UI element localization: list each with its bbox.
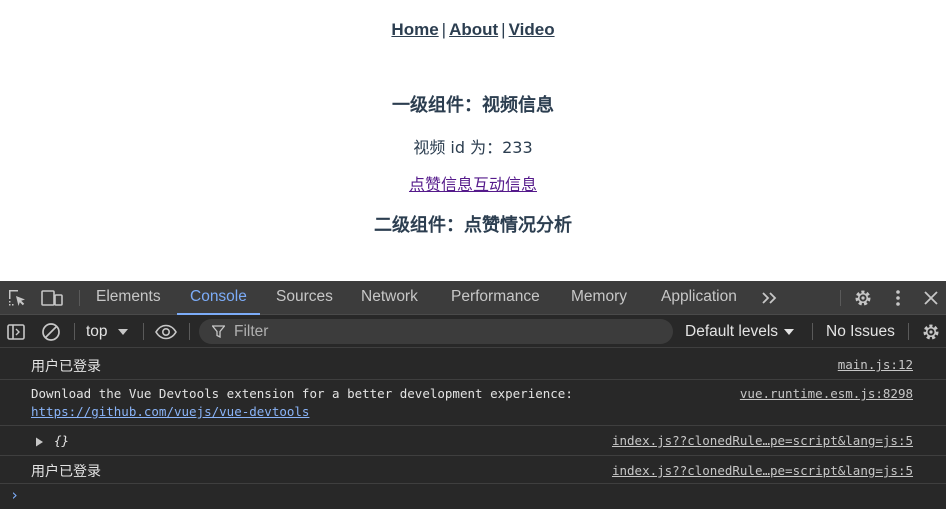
nav-about-link[interactable]: About xyxy=(449,20,498,39)
live-expression-eye-icon[interactable] xyxy=(155,321,177,343)
console-message: {} index.js??clonedRule…pe=script&lang=j… xyxy=(0,426,946,456)
tab-console[interactable]: Console xyxy=(177,281,260,315)
dropdown-arrow-icon xyxy=(784,315,795,348)
tab-network[interactable]: Network xyxy=(361,281,418,315)
expand-triangle-icon[interactable] xyxy=(35,435,44,450)
console-source-link[interactable]: index.js??clonedRule…pe=script&lang=js:5 xyxy=(612,463,913,478)
sidebar-toggle-icon[interactable] xyxy=(5,321,27,343)
level1-heading: 一级组件：视频信息 xyxy=(392,95,554,116)
console-toolbar: top Filter Default levels No Issues xyxy=(0,315,946,348)
tab-performance[interactable]: Performance xyxy=(451,281,540,315)
console-object-preview[interactable]: {} xyxy=(54,433,69,448)
log-levels-label: Default levels xyxy=(685,323,779,340)
console-message: 用户已登录 main.js:12 xyxy=(0,348,946,380)
console-prompt-icon[interactable]: › xyxy=(10,486,19,504)
tab-elements[interactable]: Elements xyxy=(96,281,161,315)
devtools-panel: Elements Console Sources Network Perform… xyxy=(0,281,946,509)
console-message: Download the Vue Devtools extension for … xyxy=(0,380,946,426)
nav-separator: | xyxy=(441,20,447,39)
close-icon[interactable] xyxy=(920,287,942,309)
console-source-link[interactable]: vue.runtime.esm.js:8298 xyxy=(740,386,913,401)
nav-video-link[interactable]: Video xyxy=(509,20,555,39)
device-toolbar-icon[interactable] xyxy=(41,287,63,309)
level2-heading: 二级组件：点赞情况分析 xyxy=(374,215,572,236)
dropdown-arrow-icon xyxy=(117,315,128,348)
issues-button[interactable]: No Issues xyxy=(826,315,895,348)
nav-separator: | xyxy=(501,20,506,39)
console-message-text: 用户已登录 xyxy=(31,359,101,375)
context-select[interactable]: top xyxy=(86,315,128,348)
console-message-text: 用户已登录 xyxy=(31,464,101,480)
console-settings-gear-icon[interactable] xyxy=(920,321,942,343)
context-value: top xyxy=(86,323,108,340)
console-filter-input[interactable]: Filter xyxy=(199,319,673,344)
chevron-double-right-icon[interactable] xyxy=(758,287,780,309)
console-source-link[interactable]: index.js??clonedRule…pe=script&lang=js:5 xyxy=(612,433,913,448)
devtools-tabbar: Elements Console Sources Network Perform… xyxy=(0,281,946,315)
top-nav: Home | About | Video xyxy=(0,20,946,40)
console-message-text: Download the Vue Devtools extension for … xyxy=(31,386,573,401)
video-id-text: 视频 id 为：233 xyxy=(413,138,533,157)
nav-home-link[interactable]: Home xyxy=(391,20,438,39)
more-options-icon[interactable] xyxy=(887,287,909,309)
tab-sources[interactable]: Sources xyxy=(276,281,333,315)
clear-console-icon[interactable] xyxy=(40,321,62,343)
web-page: Home | About | Video 一级组件：视频信息 视频 id 为：233 点… xyxy=(0,0,946,281)
like-info-link[interactable]: 点赞信息互动信息 xyxy=(409,175,537,194)
tab-application[interactable]: Application xyxy=(661,281,737,315)
tab-memory[interactable]: Memory xyxy=(571,281,627,315)
inspect-element-icon[interactable] xyxy=(6,287,28,309)
log-levels-dropdown[interactable]: Default levels xyxy=(685,315,795,348)
console-source-link[interactable]: main.js:12 xyxy=(838,357,913,372)
filter-placeholder: Filter xyxy=(234,323,269,340)
settings-gear-icon[interactable] xyxy=(852,287,874,309)
console-message: 用户已登录 index.js??clonedRule…pe=script&lan… xyxy=(0,456,946,484)
filter-icon xyxy=(211,325,226,343)
vue-devtools-link[interactable]: https://github.com/vuejs/vue-devtools xyxy=(31,404,309,419)
